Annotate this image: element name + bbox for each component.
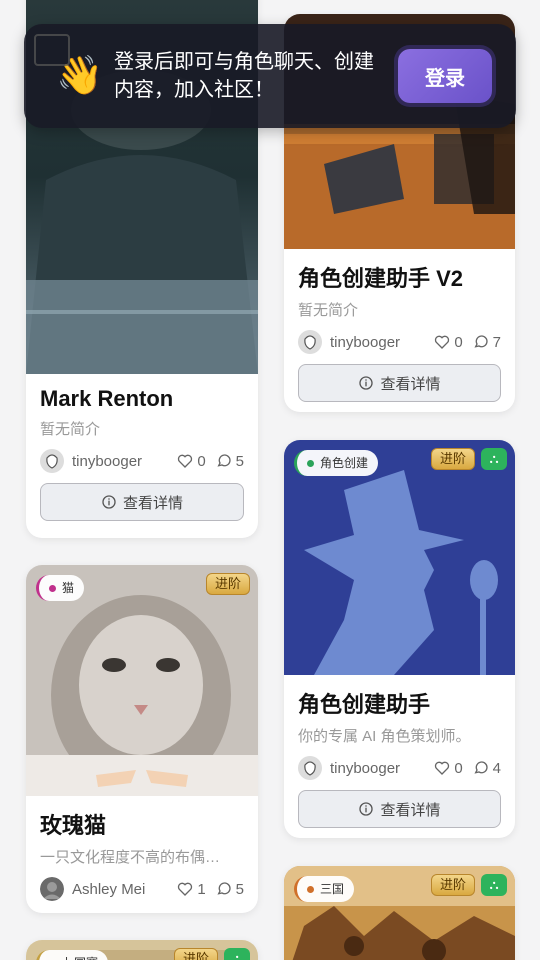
- sidebar-toggle-icon[interactable]: [34, 34, 70, 66]
- category-tag[interactable]: 角色创建: [294, 450, 379, 476]
- comments-count: 5: [235, 880, 244, 898]
- network-icon: ⛬: [481, 448, 507, 470]
- advanced-badge: 进阶: [173, 948, 218, 960]
- view-details-label: 查看详情: [122, 494, 183, 512]
- network-icon: ⛬: [224, 948, 250, 960]
- info-icon: [359, 802, 374, 816]
- card-image: 角色创建 进阶 ⛬: [284, 440, 515, 675]
- login-prompt-message: 登录后即可与角色聊天、创建内容，加入社区！: [114, 51, 374, 101]
- author-avatar[interactable]: [298, 756, 322, 780]
- author-name[interactable]: tinybooger: [330, 334, 424, 351]
- author-name[interactable]: tinybooger: [330, 760, 424, 777]
- likes-stat[interactable]: 0: [434, 759, 463, 777]
- card-title: 角色创建助手 V2: [298, 266, 464, 291]
- likes-count: 0: [197, 452, 206, 470]
- tag-label: 三国: [320, 882, 345, 896]
- view-details-button[interactable]: 查看详情: [298, 790, 501, 828]
- card-title: 玫瑰猫: [40, 813, 107, 838]
- tag-label: 七国赛: [62, 950, 98, 960]
- card-description: 暂无简介: [40, 421, 101, 438]
- character-card-creator[interactable]: 角色创建 进阶 ⛬ 角色创建助手 你的专属 AI 角色策划师。 tinyboog…: [284, 440, 515, 838]
- tag-dot: [307, 885, 314, 893]
- info-icon: [359, 376, 374, 390]
- network-icon: ⛬: [481, 874, 507, 896]
- comment-icon: [474, 761, 488, 774]
- character-card-rose-cat[interactable]: 猫 进阶 玫瑰猫 一只文化程度不高的布偶… Ashley Mei 1 5: [26, 565, 258, 913]
- likes-stat[interactable]: 1: [177, 880, 206, 898]
- character-card-three-kingdoms[interactable]: 三国 进阶 ⛬: [284, 866, 515, 960]
- author-name[interactable]: tinybooger: [72, 453, 167, 470]
- heart-icon: [435, 335, 450, 349]
- likes-stat[interactable]: 0: [177, 452, 206, 470]
- category-tag[interactable]: 七国赛: [36, 950, 109, 960]
- tag-label: 猫: [62, 581, 75, 595]
- likes-stat[interactable]: 0: [434, 333, 463, 351]
- login-prompt-banner: 👋 登录后即可与角色聊天、创建内容，加入社区！ 登录: [24, 24, 516, 128]
- author-avatar[interactable]: [40, 449, 64, 473]
- card-description: 你的专属 AI 角色策划师。: [298, 728, 471, 745]
- card-description: 暂无简介: [298, 302, 359, 319]
- tag-dot: [307, 459, 314, 467]
- card-title: 角色创建助手: [298, 692, 431, 717]
- likes-count: 1: [197, 880, 206, 898]
- advanced-badge: 进阶: [430, 874, 475, 896]
- comments-stat[interactable]: 5: [216, 453, 244, 470]
- comments-stat[interactable]: 4: [473, 760, 501, 777]
- category-tag[interactable]: 猫: [36, 575, 85, 601]
- comment-icon: [474, 335, 488, 348]
- info-icon: [102, 495, 116, 509]
- card-image: 七国赛 进阶 ⛬: [26, 940, 258, 960]
- comments-count: 4: [492, 759, 501, 777]
- card-description: 一只文化程度不高的布偶…: [40, 849, 221, 866]
- advanced-badge: 进阶: [430, 448, 475, 470]
- likes-count: 0: [454, 759, 463, 777]
- comments-stat[interactable]: 7: [473, 334, 501, 351]
- view-details-label: 查看详情: [380, 801, 441, 819]
- card-image: 三国 进阶 ⛬: [284, 866, 515, 960]
- comments-count: 7: [492, 333, 501, 351]
- comments-count: 5: [235, 452, 244, 470]
- view-details-button[interactable]: 查看详情: [40, 483, 244, 521]
- heart-icon: [435, 761, 450, 775]
- view-details-label: 查看详情: [380, 375, 441, 393]
- card-title: Mark Renton: [40, 386, 174, 411]
- comments-stat[interactable]: 5: [216, 881, 244, 898]
- likes-count: 0: [454, 333, 463, 351]
- author-name[interactable]: Ashley Mei: [72, 881, 167, 898]
- card-image: 猫 进阶: [26, 565, 258, 796]
- author-avatar[interactable]: [298, 330, 322, 354]
- login-button[interactable]: 登录: [398, 49, 492, 103]
- heart-icon: [178, 882, 193, 896]
- character-card-seven-nations[interactable]: 七国赛 进阶 ⛬: [26, 940, 258, 960]
- tag-label: 角色创建: [320, 456, 369, 470]
- advanced-badge: 进阶: [205, 573, 250, 595]
- view-details-button[interactable]: 查看详情: [298, 364, 501, 402]
- tag-dot: [49, 584, 56, 592]
- comment-icon: [217, 882, 231, 895]
- comment-icon: [217, 454, 231, 467]
- heart-icon: [178, 454, 193, 468]
- author-avatar[interactable]: [40, 877, 64, 901]
- category-tag[interactable]: 三国: [294, 876, 355, 902]
